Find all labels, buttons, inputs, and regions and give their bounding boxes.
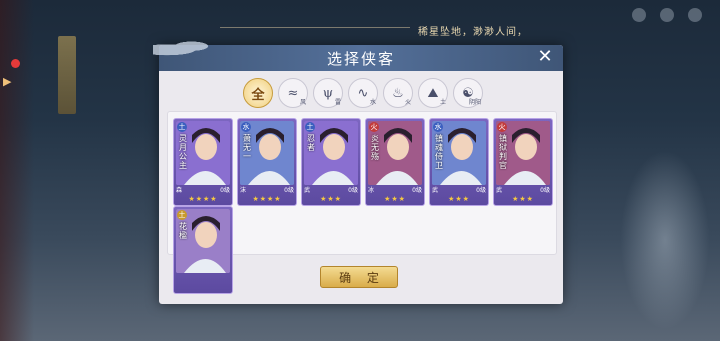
element-filter-icon: ≈ xyxy=(287,85,299,101)
element-badge: 土 xyxy=(305,122,315,132)
element-badge: 火 xyxy=(497,122,507,132)
hero-grid: 土灵月公主森 0级 ★★★★ 水萧无一沫 0级 ★★★★ 土忍者武 0级 ★★★ 火炎无殇冰 0级 ★… xyxy=(167,111,557,294)
star-rating: ★★★ xyxy=(512,195,534,203)
element-filter-2[interactable]: ψ雷 xyxy=(313,78,343,108)
element-filter-5[interactable]: ⛰ 土 xyxy=(418,78,448,108)
star-rating: ★★★ xyxy=(320,195,342,203)
hero-name: 镇狱判官 xyxy=(499,134,507,170)
hero-class: 武 xyxy=(496,187,503,194)
hero-card[interactable]: 土花楹 xyxy=(173,206,233,294)
hero-level: 0级 xyxy=(284,187,294,194)
element-filter-label: 水 xyxy=(369,99,376,106)
hero-class: 武 xyxy=(432,187,439,194)
hero-card[interactable]: 火镇狱判官武 0级 ★★★ xyxy=(493,118,553,206)
element-filter-icon: ⛰ xyxy=(427,85,439,101)
element-badge: 土 xyxy=(177,210,187,220)
hero-level: 0级 xyxy=(348,187,358,194)
hero-name: 忍者 xyxy=(307,134,315,152)
hero-class: 冰 xyxy=(368,187,375,194)
hero-level: 0级 xyxy=(220,187,230,194)
element-badge: 水 xyxy=(433,122,443,132)
star-rating: ★★★ xyxy=(448,195,470,203)
side-panel-edge xyxy=(0,0,34,341)
hero-name: 萧无一 xyxy=(243,134,251,161)
hero-level: 0级 xyxy=(540,187,550,194)
settings-icon[interactable] xyxy=(660,8,674,22)
hero-name: 炎无殇 xyxy=(371,134,379,161)
element-filter-icon: ♨ xyxy=(392,85,404,101)
element-filter-6[interactable]: ☯ 阴阳 xyxy=(453,78,483,108)
hero-level: 0级 xyxy=(476,187,486,194)
expand-arrow-icon[interactable]: ▶ xyxy=(3,75,11,88)
element-filter-label: 阴阳 xyxy=(468,99,481,106)
hero-card[interactable]: 土灵月公主森 0级 ★★★★ xyxy=(173,118,233,206)
star-rating: ★★★★ xyxy=(188,195,218,203)
background-glow xyxy=(620,150,710,330)
hero-info-row: 冰 0级 xyxy=(368,185,422,194)
hero-card[interactable]: 土忍者武 0级 ★★★ xyxy=(301,118,361,206)
element-filter-1[interactable]: ≈ 风 xyxy=(278,78,308,108)
hero-card[interactable]: 水镇魂侍卫武 0级 ★★★ xyxy=(429,118,489,206)
element-filter-label: 雷 xyxy=(334,99,341,106)
element-filter-label: 风 xyxy=(299,99,306,106)
hero-name: 镇魂侍卫 xyxy=(435,134,443,170)
top-right-icons xyxy=(632,8,702,22)
element-badge: 火 xyxy=(369,122,379,132)
hero-card[interactable]: 水萧无一沫 0级 ★★★★ xyxy=(237,118,297,206)
hero-class: 沫 xyxy=(240,187,247,194)
confirm-button[interactable]: 确 定 xyxy=(320,266,398,288)
hero-info-row: 武 0级 xyxy=(432,185,486,194)
hero-class: 森 xyxy=(176,187,183,194)
hero-class: 武 xyxy=(304,187,311,194)
hint-divider xyxy=(220,27,410,28)
dialog-title: 选择侠客 xyxy=(326,50,395,68)
menu-icon[interactable] xyxy=(632,8,646,22)
hero-name: 灵月公主 xyxy=(179,134,187,170)
hero-name: 花楹 xyxy=(179,222,187,240)
star-rating: ★★★ xyxy=(384,195,406,203)
hero-level: 0级 xyxy=(412,187,422,194)
element-badge: 水 xyxy=(241,122,251,132)
close-button[interactable]: ✕ xyxy=(535,47,555,67)
element-filter-bar: 全 ≈ 风 ψ 雷 ∿ 水 ♨ 火 ⛰ 土 ☯ 阴阳 xyxy=(243,78,483,108)
dialog-header: 选择侠客 ✕ xyxy=(153,39,563,71)
hero-info-row: 沫 0级 xyxy=(240,185,294,194)
more-icon[interactable] xyxy=(688,8,702,22)
select-hero-dialog: 选择侠客 ✕ 全 ≈ 风 ψ 雷 ∿ 水 ♨ 火 ⛰ 土 ☯ 阴阳 土灵月公主森 0级 ★★★★ 水萧无一沫 0… xyxy=(153,39,563,304)
element-filter-icon: ∿ xyxy=(357,85,369,101)
element-badge: 土 xyxy=(177,122,187,132)
notification-dot xyxy=(11,59,20,68)
hero-card[interactable]: 火炎无殇冰 0级 ★★★ xyxy=(365,118,425,206)
element-filter-4[interactable]: ♨ 火 xyxy=(383,78,413,108)
element-filter-0[interactable]: 全 xyxy=(243,78,273,108)
hero-info-row: 森 0级 xyxy=(176,185,230,194)
background-banner xyxy=(58,36,76,114)
element-filter-label: 土 xyxy=(439,99,446,106)
star-rating: ★★★★ xyxy=(252,195,282,203)
story-hint-text: 稀星坠地，渺渺人间， xyxy=(418,27,528,38)
element-filter-3[interactable]: ∿ 水 xyxy=(348,78,378,108)
element-filter-label: 火 xyxy=(404,99,411,106)
element-filter-icon: 全 xyxy=(251,87,265,103)
hero-info-row: 武 0级 xyxy=(496,185,550,194)
element-filter-icon: ψ xyxy=(322,85,334,101)
hero-info-row: 武 0级 xyxy=(304,185,358,194)
